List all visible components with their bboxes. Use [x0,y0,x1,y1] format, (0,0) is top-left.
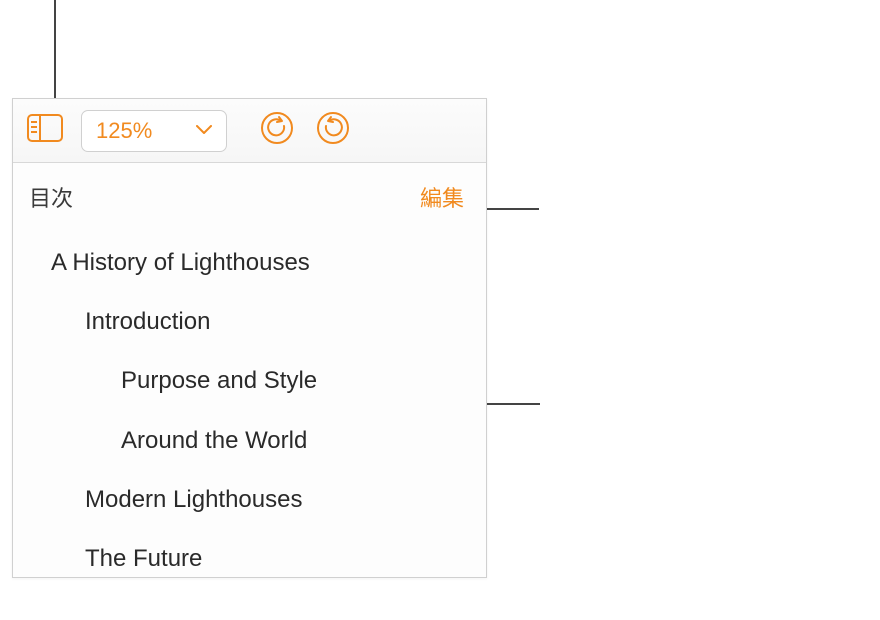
undo-icon [260,111,294,150]
edit-link[interactable]: 編集 [420,181,464,213]
toc-item[interactable]: The Future [13,529,486,588]
redo-button[interactable] [315,113,351,149]
undo-redo-group [259,113,351,149]
toc-item[interactable]: A History of Lighthouses [13,233,486,292]
toc-item[interactable]: Around the World [13,411,486,470]
toc-title: 目次 [29,181,73,213]
sidebar-icon [27,114,63,147]
chevron-down-icon [196,122,212,140]
app-window: 125% [12,98,487,578]
toc-list: A History of Lighthouses Introduction Pu… [13,225,486,596]
toc-header: 目次 編集 [13,181,486,225]
toc-item[interactable]: Introduction [13,292,486,351]
toc-item[interactable]: Modern Lighthouses [13,470,486,529]
zoom-dropdown[interactable]: 125% [81,110,227,152]
sidebar-toggle-button[interactable] [23,112,67,150]
zoom-value: 125% [96,118,152,144]
callout-line-top [54,0,56,98]
toc-item[interactable]: Purpose and Style [13,351,486,410]
toolbar: 125% [13,99,486,163]
redo-icon [316,111,350,150]
sidebar-panel: 目次 編集 A History of Lighthouses Introduct… [13,163,486,596]
undo-button[interactable] [259,113,295,149]
